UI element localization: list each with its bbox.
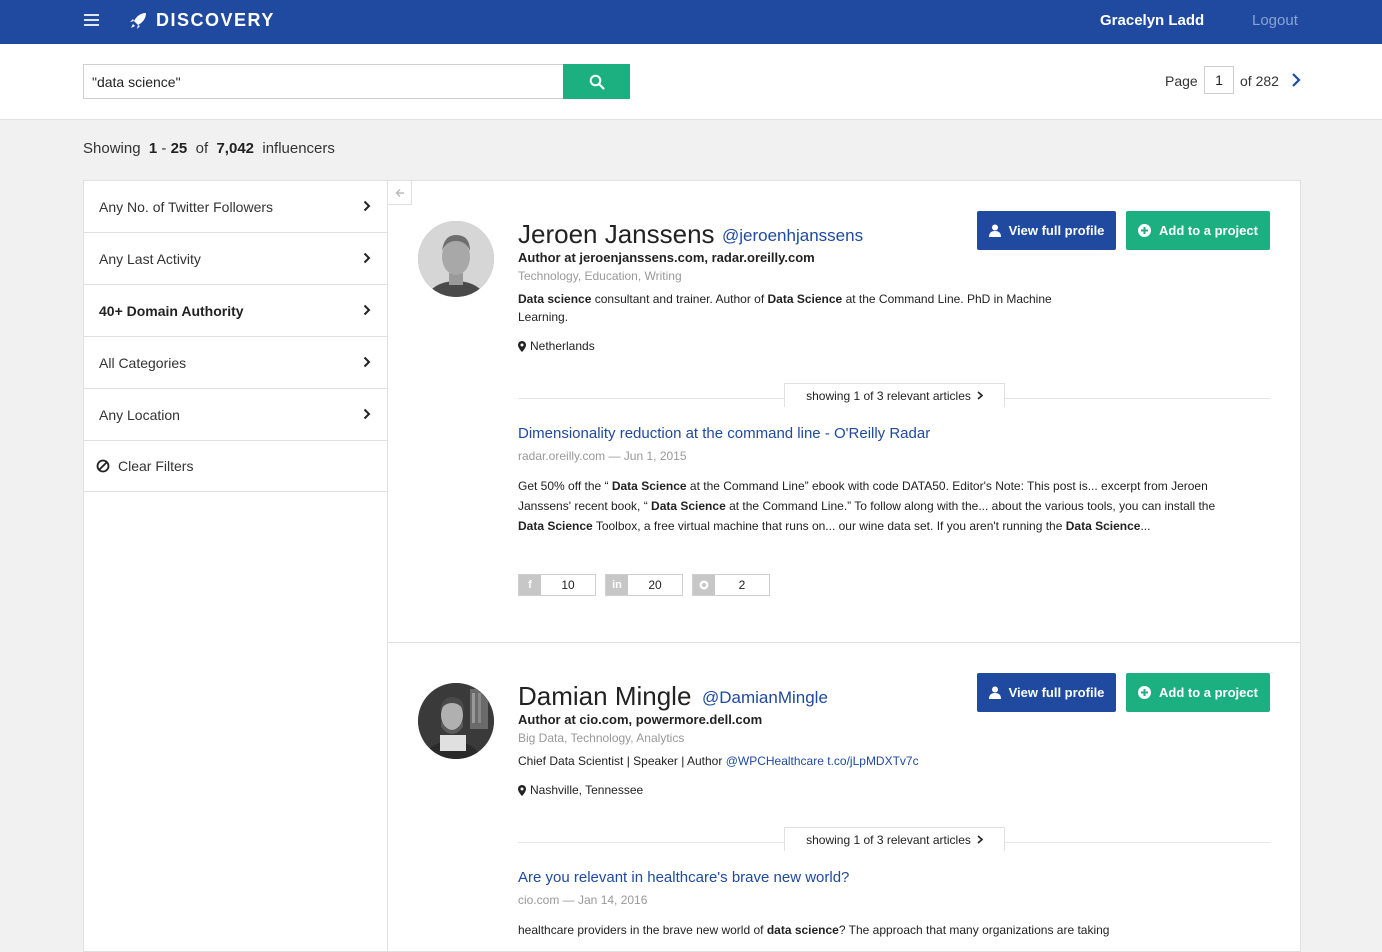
results-summary: Showing 1 - 25 of 7,042 influencers [83, 140, 335, 157]
add-to-project-button[interactable]: Add to a project [1126, 673, 1270, 712]
chevron-right-icon [977, 835, 983, 844]
categories: Big Data, Technology, Analytics [518, 731, 685, 745]
influencer-name[interactable]: Jeroen Janssens [518, 219, 715, 250]
filter-label: All Categories [99, 354, 187, 371]
map-marker-icon [518, 784, 526, 796]
rocket-icon [130, 12, 146, 29]
chevron-right-icon [363, 408, 371, 420]
author-line: Author at jeroenjanssens.com, radar.orei… [518, 250, 815, 265]
user-icon [988, 686, 1001, 699]
search-input[interactable] [83, 64, 564, 99]
clear-filters-button[interactable]: Clear Filters [84, 440, 387, 492]
article-title-link[interactable]: Are you relevant in healthcare's brave n… [518, 869, 849, 886]
next-page-icon[interactable] [1290, 72, 1302, 88]
categories: Technology, Education, Writing [518, 269, 682, 283]
brand-logo[interactable]: DISCOVERY [128, 10, 275, 31]
twitter-handle-link[interactable]: @jeroenhjanssens [722, 226, 863, 246]
location: Netherlands [518, 339, 595, 353]
page-total: of 282 [1240, 73, 1279, 89]
add-to-project-button[interactable]: Add to a project [1126, 211, 1270, 250]
article-excerpt: Get 50% off the “ Data Science at the Co… [518, 479, 1216, 533]
bio: Data science consultant and trainer. Aut… [518, 292, 1052, 324]
top-navbar: DISCOVERY Gracelyn Ladd Logout [0, 0, 1382, 44]
article-excerpt: healthcare providers in the brave new wo… [518, 923, 1110, 937]
pinterest-icon [693, 575, 715, 595]
relevant-articles-toggle[interactable]: showing 1 of 3 relevant articles [784, 827, 1005, 851]
influencer-card: Jeroen Janssens @jeroenhjanssens Author … [388, 181, 1300, 643]
filter-label: Any Location [99, 406, 180, 423]
twitter-handle-link[interactable]: @DamianMingle [702, 688, 828, 708]
bio-link[interactable]: t.co/jLpMDXTv7c [827, 754, 918, 768]
article-meta: radar.oreilly.com — Jun 1, 2015 [518, 449, 687, 463]
filter-domain-authority[interactable]: 40+ Domain Authority [84, 284, 387, 336]
chevron-right-icon [363, 200, 371, 212]
avatar[interactable] [418, 683, 494, 759]
search-icon [589, 74, 605, 90]
filter-label: Any No. of Twitter Followers [99, 198, 274, 215]
user-name-link[interactable]: Gracelyn Ladd [1100, 12, 1204, 29]
view-full-profile-button[interactable]: View full profile [977, 211, 1116, 250]
location: Nashville, Tennessee [518, 783, 643, 797]
page-label: Page [1165, 73, 1198, 89]
ban-icon [96, 459, 110, 473]
view-full-profile-button[interactable]: View full profile [977, 673, 1116, 712]
pinterest-share-count[interactable]: 2 [692, 574, 770, 596]
search-button[interactable] [563, 64, 630, 99]
filter-location[interactable]: Any Location [84, 388, 387, 440]
chevron-right-icon [363, 304, 371, 316]
filter-label: Any Last Activity [99, 250, 201, 267]
page-number-input[interactable] [1204, 66, 1234, 94]
search-bar: Page of 282 [0, 44, 1382, 120]
linkedin-icon: in [606, 575, 628, 595]
chevron-right-icon [363, 356, 371, 368]
user-icon [988, 224, 1001, 237]
avatar[interactable] [418, 221, 494, 297]
chevron-right-icon [977, 391, 983, 400]
author-line: Author at cio.com, powermore.dell.com [518, 712, 763, 727]
filter-categories[interactable]: All Categories [84, 336, 387, 388]
article-title-link[interactable]: Dimensionality reduction at the command … [518, 425, 930, 442]
influencer-name[interactable]: Damian Mingle [518, 681, 691, 712]
chevron-right-icon [363, 252, 371, 264]
bio: Chief Data Scientist | Speaker | Author … [518, 754, 919, 768]
facebook-icon: f [519, 575, 541, 595]
menu-icon[interactable] [84, 14, 99, 28]
facebook-share-count[interactable]: f 10 [518, 574, 596, 596]
relevant-articles-toggle[interactable]: showing 1 of 3 relevant articles [784, 383, 1005, 407]
filter-last-activity[interactable]: Any Last Activity [84, 232, 387, 284]
bio-link[interactable]: @WPCHealthcare [726, 754, 824, 768]
filter-sidebar: Any No. of Twitter Followers Any Last Ac… [83, 180, 388, 952]
influencer-card: Damian Mingle @DamianMingle Author at ci… [388, 643, 1300, 952]
brand-name: DISCOVERY [156, 10, 275, 30]
filter-label: 40+ Domain Authority [99, 302, 244, 319]
plus-circle-icon [1138, 686, 1152, 699]
logout-link[interactable]: Logout [1252, 12, 1298, 29]
filter-twitter-followers[interactable]: Any No. of Twitter Followers [84, 180, 387, 232]
clear-filters-label: Clear Filters [118, 458, 194, 474]
linkedin-share-count[interactable]: in 20 [605, 574, 683, 596]
article-meta: cio.com — Jan 14, 2016 [518, 893, 648, 907]
map-marker-icon [518, 340, 526, 352]
plus-circle-icon [1138, 224, 1152, 237]
results-panel: Jeroen Janssens @jeroenhjanssens Author … [387, 180, 1301, 952]
